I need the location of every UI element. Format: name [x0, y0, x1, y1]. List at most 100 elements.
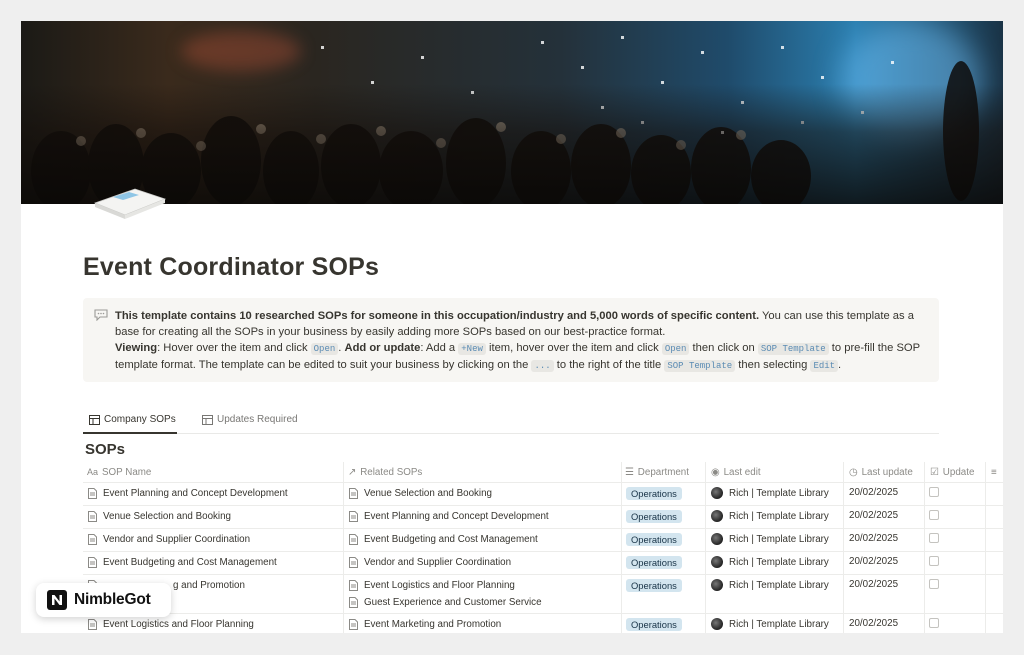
cover-image[interactable] — [21, 21, 1003, 204]
update-checkbox[interactable] — [929, 618, 939, 628]
page-doc-icon — [349, 580, 358, 591]
avatar — [711, 487, 723, 499]
row-divider — [83, 528, 1003, 529]
page-title[interactable]: Event Coordinator SOPs — [83, 253, 379, 282]
column-header-label: Last edit — [723, 466, 761, 478]
row-divider — [83, 551, 1003, 552]
last-update-cell[interactable]: 20/02/2025 — [849, 579, 898, 590]
checkbox-property-icon: ☑ — [930, 466, 939, 478]
department-cell[interactable]: Operations — [626, 579, 682, 592]
column-header-update[interactable]: ☑ Update — [930, 462, 974, 482]
callout-bold-intro: This template contains 10 researched SOP… — [115, 310, 760, 322]
page-doc-icon — [88, 511, 97, 522]
last-edit-cell[interactable]: Rich | Template Library — [711, 510, 829, 522]
related-sop-title: Event Marketing and Promotion — [364, 619, 502, 630]
update-checkbox-cell[interactable] — [929, 556, 939, 566]
last-edit-user: Rich | Template Library — [729, 556, 829, 568]
department-cell[interactable]: Operations — [626, 556, 682, 569]
related-sop-link[interactable]: Event Marketing and Promotion — [349, 619, 501, 630]
more-columns-icon[interactable]: ≡ — [991, 462, 997, 482]
update-checkbox[interactable] — [929, 487, 939, 497]
last-edit-cell[interactable]: Rich | Template Library — [711, 579, 829, 591]
update-checkbox[interactable] — [929, 579, 939, 589]
table-row-name[interactable]: Event Budgeting and Cost Management — [88, 557, 277, 568]
callout-dot: . — [338, 342, 342, 354]
related-sop-title: Guest Experience and Customer Service — [364, 597, 542, 608]
inline-code-ellipsis: ... — [531, 360, 554, 372]
last-update-cell[interactable]: 20/02/2025 — [849, 487, 898, 498]
brand-name: NimbleGot — [74, 591, 151, 608]
table-row-name[interactable]: Event Planning and Concept Development — [88, 488, 288, 499]
last-update-cell[interactable]: 20/02/2025 — [849, 618, 898, 629]
table-row-name[interactable]: Venue Selection and Booking — [88, 511, 231, 522]
page-doc-icon — [88, 534, 97, 545]
database-title[interactable]: SOPs — [85, 441, 125, 458]
department-tag: Operations — [626, 487, 682, 500]
tab-updates-required[interactable]: Updates Required — [202, 414, 298, 425]
column-header-label: Department — [637, 466, 689, 478]
page-icon[interactable] — [91, 181, 169, 221]
department-tag: Operations — [626, 618, 682, 631]
table-icon — [202, 414, 213, 425]
sop-name: Event Logistics and Floor Planning — [103, 619, 254, 630]
last-update-date: 20/02/2025 — [849, 510, 899, 521]
related-sop-link[interactable]: Event Logistics and Floor Planning — [349, 580, 515, 591]
last-update-cell[interactable]: 20/02/2025 — [849, 533, 898, 544]
last-edit-user: Rich | Template Library — [729, 579, 829, 591]
department-cell[interactable]: Operations — [626, 618, 682, 631]
add-text-3: then click on — [689, 342, 758, 354]
last-edit-cell[interactable]: Rich | Template Library — [711, 487, 829, 499]
update-checkbox[interactable] — [929, 556, 939, 566]
add-text-6: then selecting — [735, 359, 811, 371]
row-divider — [83, 505, 1003, 506]
row-divider — [83, 613, 1003, 614]
column-header-last-edit[interactable]: ◉ Last edit — [711, 462, 761, 482]
update-checkbox-cell[interactable] — [929, 510, 939, 520]
avatar — [711, 556, 723, 568]
last-edit-cell[interactable]: Rich | Template Library — [711, 556, 829, 568]
page-doc-icon — [88, 488, 97, 499]
table-row-name[interactable]: Vendor and Supplier Coordination — [88, 534, 250, 545]
department-tag: Operations — [626, 533, 682, 546]
update-checkbox-cell[interactable] — [929, 533, 939, 543]
table-row-name[interactable]: Event Logistics and Floor Planning — [88, 619, 254, 630]
callout-block[interactable]: This template contains 10 researched SOP… — [83, 298, 939, 382]
update-checkbox-cell[interactable] — [929, 579, 939, 589]
related-sop-link[interactable]: Venue Selection and Booking — [349, 488, 492, 499]
last-update-cell[interactable]: 20/02/2025 — [849, 556, 898, 567]
department-cell[interactable]: Operations — [626, 487, 682, 500]
inline-code-sop-template-2: SOP Template — [664, 360, 736, 372]
avatar — [711, 533, 723, 545]
column-header-department[interactable]: ☰ Department — [625, 462, 689, 482]
add-text-2: item, hover over the item and click — [485, 342, 662, 354]
update-checkbox-cell[interactable] — [929, 618, 939, 628]
column-divider — [843, 462, 844, 633]
page-doc-icon — [349, 557, 358, 568]
related-sop-link[interactable]: Event Planning and Concept Development — [349, 511, 549, 522]
last-edit-cell[interactable]: Rich | Template Library — [711, 618, 829, 630]
department-cell[interactable]: Operations — [626, 533, 682, 546]
tab-company-sops[interactable]: Company SOPs — [89, 414, 176, 425]
column-header-related-sops[interactable]: ↗ Related SOPs — [348, 462, 422, 482]
column-divider — [924, 462, 925, 633]
related-sop-link[interactable]: Guest Experience and Customer Service — [349, 597, 542, 608]
department-tag: Operations — [626, 579, 682, 592]
column-header-sop-name[interactable]: Aa SOP Name — [87, 462, 151, 482]
inline-code-edit: Edit — [810, 360, 839, 372]
last-edit-cell[interactable]: Rich | Template Library — [711, 533, 829, 545]
update-checkbox-cell[interactable] — [929, 487, 939, 497]
relation-arrow-icon: ↗ — [348, 466, 357, 478]
column-header-last-update[interactable]: ◷ Last update — [849, 462, 913, 482]
department-cell[interactable]: Operations — [626, 510, 682, 523]
related-sop-link[interactable]: Vendor and Supplier Coordination — [349, 557, 511, 568]
last-update-cell[interactable]: 20/02/2025 — [849, 510, 898, 521]
update-checkbox[interactable] — [929, 510, 939, 520]
department-tag: Operations — [626, 556, 682, 569]
inline-code-open-2: Open — [661, 343, 690, 355]
related-sop-title: Vendor and Supplier Coordination — [364, 557, 512, 568]
last-update-date: 20/02/2025 — [849, 618, 899, 629]
update-checkbox[interactable] — [929, 533, 939, 543]
related-sop-link[interactable]: Event Budgeting and Cost Management — [349, 534, 538, 545]
speech-bubble-icon — [94, 309, 108, 321]
row-divider — [83, 482, 1003, 483]
